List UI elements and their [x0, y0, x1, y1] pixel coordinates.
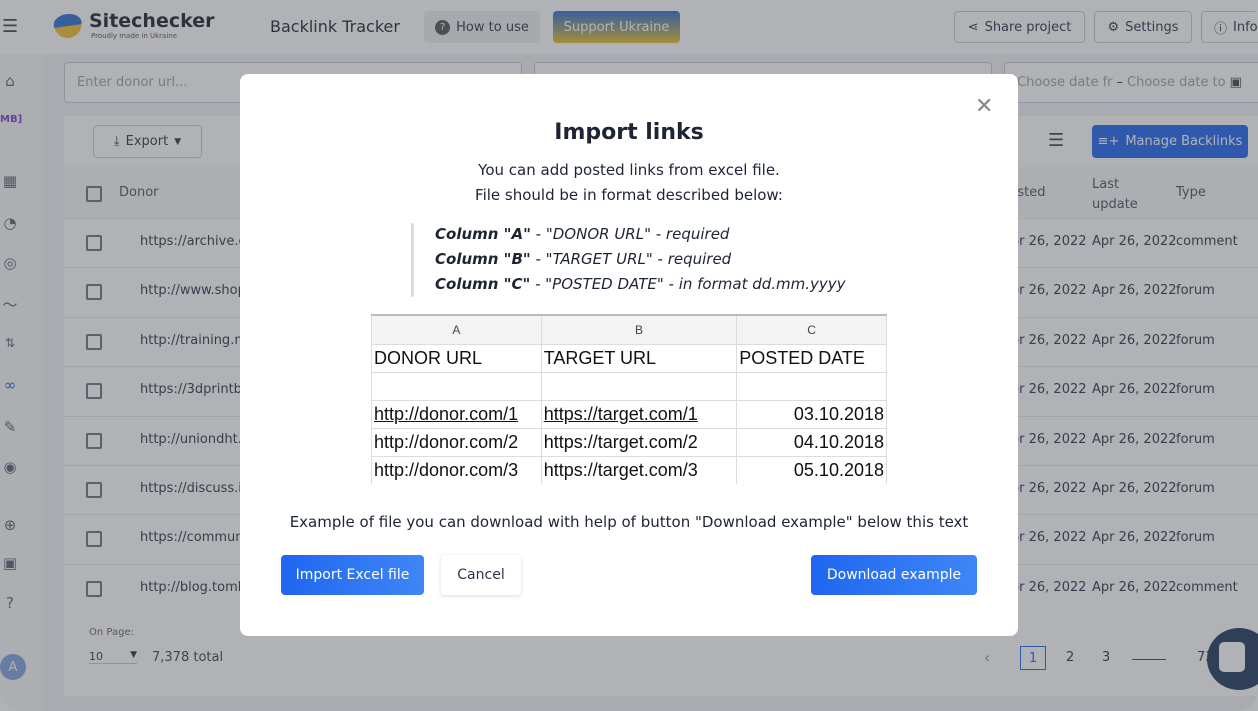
example-header: TARGET URL — [540, 343, 738, 373]
example-cell: 05.10.2018 — [736, 455, 887, 484]
rule-c: Column "C" - "POSTED DATE" - in format d… — [435, 275, 846, 293]
example-cell: https://target.com/1 — [540, 399, 738, 429]
rule-a: Column "A" - "DONOR URL" - required — [435, 225, 730, 243]
modal-line-2: File should be in format described below… — [475, 186, 783, 204]
example-cell: http://donor.com/1 — [371, 399, 542, 429]
example-header: POSTED DATE — [736, 343, 887, 373]
cancel-button[interactable]: Cancel — [441, 555, 521, 595]
quote-bar — [411, 223, 414, 297]
example-header: DONOR URL — [371, 343, 542, 373]
close-icon[interactable]: ✕ — [975, 94, 993, 119]
excel-example: ABC DONOR URL TARGET URL POSTED DATE http:… — [371, 314, 887, 484]
example-cell: 04.10.2018 — [736, 427, 887, 457]
col-letter: C — [736, 314, 887, 345]
import-excel-button[interactable]: Import Excel file — [281, 555, 424, 595]
col-letter: B — [540, 314, 738, 345]
download-note: Example of file you can download with he… — [289, 513, 969, 531]
example-cell: https://target.com/3 — [540, 455, 738, 484]
rule-b: Column "B" - "TARGET URL" - required — [435, 250, 732, 268]
modal-title: Import links — [554, 120, 704, 145]
col-letter: A — [371, 314, 542, 345]
modal-line-1: You can add posted links from excel file… — [478, 161, 780, 179]
example-cell: 03.10.2018 — [736, 399, 887, 429]
example-cell: http://donor.com/3 — [371, 455, 542, 484]
import-links-modal: ✕ Import links You can add posted links … — [240, 74, 1018, 636]
example-cell: https://target.com/2 — [540, 427, 738, 457]
example-cell: http://donor.com/2 — [371, 427, 542, 457]
download-example-button[interactable]: Download example — [811, 555, 977, 595]
